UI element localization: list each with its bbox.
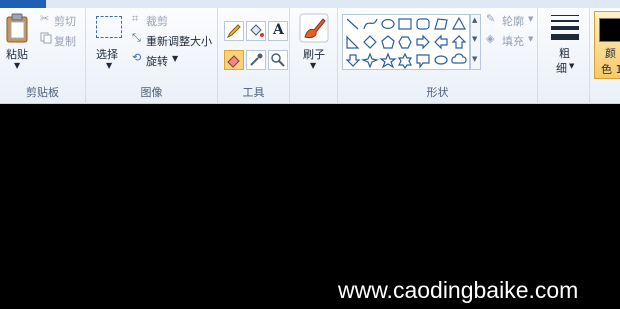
- clipboard-group-title: 剪贴板: [26, 86, 59, 99]
- outline-button[interactable]: 轮廓: [502, 13, 524, 29]
- color-picker-tool[interactable]: [246, 50, 266, 70]
- resize-button[interactable]: 重新调整大小: [146, 33, 212, 49]
- copy-icon: [40, 32, 52, 44]
- color1-swatch: [599, 18, 620, 42]
- color1-button[interactable]: 颜 色 1: [594, 11, 620, 79]
- ribbon: 粘贴 ▼ ✂ 剪切 复制 剪贴板 选择 ▼ ⌗ 裁剪 ⤡ 重新调整大小 ⟲ 旋转…: [0, 8, 620, 104]
- tools-group-title: 工具: [242, 86, 265, 99]
- paste-button[interactable]: 粘贴: [6, 46, 28, 62]
- fill-bucket-icon: [250, 24, 264, 37]
- pencil-tool[interactable]: [224, 21, 244, 41]
- size-label-thick[interactable]: 粗: [559, 45, 570, 61]
- rotate-icon: ⟲: [132, 51, 142, 64]
- size-lines-icon[interactable]: [551, 15, 579, 40]
- color1-label-line1: 颜: [605, 47, 616, 60]
- select-rect-icon: [96, 16, 122, 38]
- pencil-icon: [226, 24, 241, 39]
- watermark-text: www.caodingbaike.com: [338, 277, 579, 303]
- image-group: 选择 ▼ ⌗ 裁剪 ⤡ 重新调整大小 ⟲ 旋转 ▼ 图像: [86, 8, 218, 104]
- shapes-group-title: 形状: [426, 86, 449, 99]
- fill-shape-dropdown-arrow[interactable]: ▼: [528, 35, 533, 43]
- rotate-button[interactable]: 旋转: [146, 53, 168, 69]
- copy-button[interactable]: 复制: [54, 33, 76, 49]
- magnifier-tool[interactable]: [268, 50, 288, 70]
- text-tool-icon: A: [273, 22, 284, 38]
- size-group: 粗 细 ▼: [538, 8, 590, 104]
- text-tool[interactable]: A: [268, 21, 288, 41]
- cut-icon: ✂: [40, 12, 50, 25]
- eyedropper-icon: [250, 53, 263, 66]
- clipboard-group: 粘贴 ▼ ✂ 剪切 复制 剪贴板: [0, 8, 86, 104]
- crop-button[interactable]: 裁剪: [146, 13, 168, 29]
- cut-button[interactable]: 剪切: [54, 13, 76, 29]
- paste-icon[interactable]: [4, 13, 32, 45]
- color1-label-line2: 色 1: [601, 63, 620, 76]
- eraser-tool[interactable]: [224, 50, 244, 70]
- file-tab[interactable]: [0, 0, 46, 8]
- outline-icon: ✎: [486, 12, 496, 25]
- eraser-icon: [227, 55, 240, 68]
- fill-tool[interactable]: [246, 21, 266, 41]
- resize-icon: ⤡: [132, 31, 141, 44]
- shapes-group: ✎ 轮廓 ▼ ◈ 填充 ▼ 形状: [338, 8, 538, 104]
- image-group-title: 图像: [140, 86, 163, 99]
- crop-icon: ⌗: [132, 12, 139, 25]
- size-label-thin[interactable]: 细: [556, 60, 567, 76]
- title-strip: [0, 0, 620, 8]
- fill-shape-button[interactable]: 填充: [502, 33, 524, 49]
- paste-dropdown-arrow[interactable]: ▼: [14, 61, 20, 70]
- size-dropdown-arrow[interactable]: ▼: [569, 62, 574, 70]
- fill-shape-icon: ◈: [486, 32, 495, 45]
- select-button[interactable]: 选择: [96, 46, 118, 62]
- select-dropdown-arrow[interactable]: ▼: [106, 61, 112, 70]
- outline-dropdown-arrow[interactable]: ▼: [528, 15, 533, 23]
- tools-group: A 工具: [218, 8, 290, 104]
- brushes-group: 刷子 ▼: [290, 8, 338, 104]
- rotate-dropdown-arrow[interactable]: ▼: [172, 54, 178, 63]
- brushes-dropdown-arrow[interactable]: ▼: [310, 61, 316, 70]
- brushes-button[interactable]: 刷子: [303, 46, 325, 62]
- brush-icon[interactable]: [299, 13, 329, 43]
- magnifier-icon: [271, 53, 285, 67]
